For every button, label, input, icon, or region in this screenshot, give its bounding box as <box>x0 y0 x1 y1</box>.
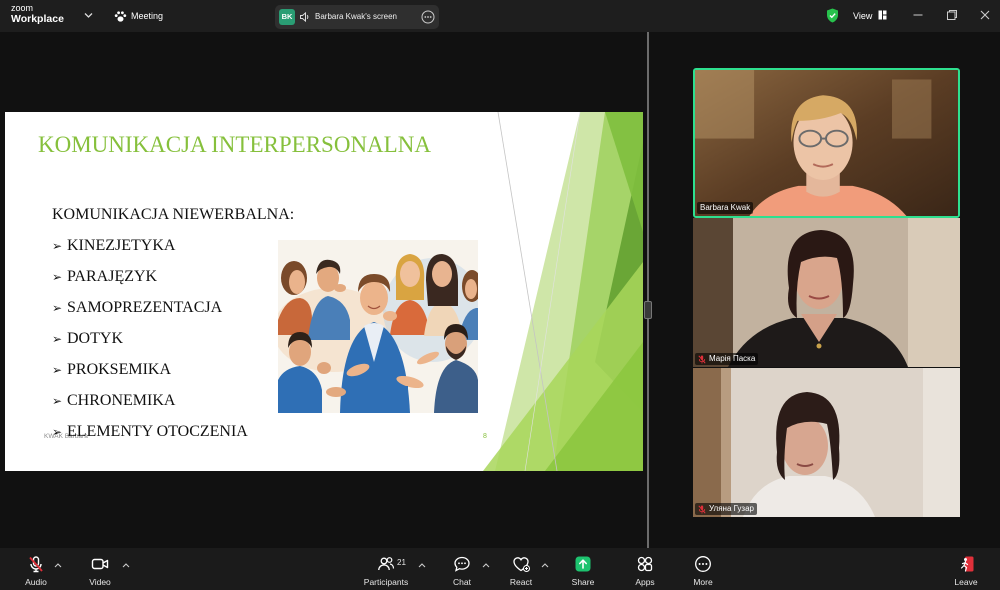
participant-video-feed <box>695 70 958 216</box>
leave-label: Leave <box>954 577 978 587</box>
participant-name-label: Марія Паска <box>695 353 759 365</box>
screen-share-label: Barbara Kwak's screen <box>315 12 398 21</box>
slide-bullet-text: KINEZJETYKA <box>67 237 176 254</box>
meeting-paw-icon[interactable] <box>114 10 127 23</box>
mic-muted-icon <box>698 504 706 514</box>
presenter-avatar: BK <box>279 9 295 25</box>
slide-bullet-text: DOTYK <box>67 330 123 347</box>
react-options-caret-icon[interactable] <box>541 562 549 568</box>
mic-muted-icon <box>29 556 43 573</box>
participant-name: Уляна Гузар <box>709 504 754 513</box>
apps-icon <box>637 556 653 572</box>
arrow-bullet-icon: ➢ <box>52 332 63 346</box>
slide-bullet-item: ➢ PROKSEMIKA <box>52 354 294 385</box>
participant-name: Barbara Kwak <box>700 203 751 212</box>
speaker-icon <box>300 11 309 23</box>
react-label: React <box>509 577 533 587</box>
slide-bullet-item: ➢ CHRONEMIKA <box>52 385 294 416</box>
chat-bubble-icon <box>454 556 470 572</box>
mic-muted-icon <box>698 354 706 364</box>
arrow-bullet-icon: ➢ <box>52 301 63 315</box>
heart-icon <box>513 557 530 572</box>
logo-top-text: zoom <box>11 3 34 13</box>
title-bar: zoom Workplace Meeting BK Barbara Kwak's… <box>0 0 1000 32</box>
slide-title: KOMUNIKACJA INTERPERSONALNA <box>38 132 431 157</box>
apps-button[interactable]: Apps <box>615 548 675 590</box>
slide-illustration <box>278 240 478 413</box>
video-camera-icon <box>91 558 109 570</box>
meeting-toolbar: Audio Video Participants 21 Chat React S… <box>0 548 1000 590</box>
video-tile-active-speaker[interactable]: Barbara Kwak <box>693 68 960 218</box>
participants-options-caret-icon[interactable] <box>418 562 426 568</box>
slide-bullet-text: SAMOPREZENTACJA <box>67 299 223 316</box>
participant-name-label: Уляна Гузар <box>695 503 757 515</box>
video-button[interactable]: Video <box>70 548 130 590</box>
video-label: Video <box>89 577 111 587</box>
more-button[interactable]: More <box>673 548 733 590</box>
slide-bullet-item: ➢ PARAJĘZYK <box>52 261 294 292</box>
view-button[interactable]: View <box>853 11 872 22</box>
chat-label: Chat <box>453 577 471 587</box>
arrow-bullet-icon: ➢ <box>52 239 63 253</box>
close-icon[interactable] <box>979 9 991 21</box>
share-label: Share <box>571 577 595 587</box>
panel-divider[interactable] <box>647 32 649 548</box>
slide-bullet-text: CHRONEMIKA <box>67 392 176 409</box>
leave-button[interactable]: Leave <box>936 548 996 590</box>
participants-icon <box>378 557 395 571</box>
share-button[interactable]: Share <box>553 548 613 590</box>
slide-subtitle: KOMUNIKACJA NIEWERBALNA: <box>52 206 295 223</box>
panel-resize-handle[interactable] <box>644 301 652 319</box>
participants-button[interactable]: Participants <box>356 548 416 590</box>
participant-name: Марія Паска <box>709 354 756 363</box>
arrow-bullet-icon: ➢ <box>52 363 63 377</box>
video-tile[interactable]: Марія Паска <box>693 218 960 367</box>
slide-bullet-text: PARAJĘZYK <box>67 268 158 285</box>
slide-bullet-text: PROKSEMIKA <box>67 361 172 378</box>
audio-options-caret-icon[interactable] <box>54 562 62 568</box>
slide-bullet-item: ➢ DOTYK <box>52 323 294 354</box>
more-options-icon[interactable] <box>421 10 435 24</box>
participant-video-feed <box>693 218 960 367</box>
arrow-bullet-icon: ➢ <box>52 394 63 408</box>
slide-bullet-item: ➢ ELEMENTY OTOCZENIA <box>52 416 294 447</box>
minimize-icon[interactable] <box>912 9 924 21</box>
share-screen-icon <box>575 556 591 572</box>
slide-page-number: 8 <box>483 433 487 440</box>
screen-share-indicator[interactable]: BK Barbara Kwak's screen <box>275 5 439 29</box>
participants-count: 21 <box>397 558 406 567</box>
slide-bullet-text: ELEMENTY OTOCZENIA <box>67 423 248 440</box>
apps-label: Apps <box>635 577 655 587</box>
view-grid-icon[interactable] <box>878 10 887 20</box>
slide-bullet-item: ➢ SAMOPREZENTACJA <box>52 292 294 323</box>
zoom-workplace-logo: zoom Workplace <box>11 3 64 26</box>
chevron-down-icon[interactable] <box>84 12 93 19</box>
chat-button[interactable]: Chat <box>432 548 492 590</box>
video-options-caret-icon[interactable] <box>122 562 130 568</box>
participant-name-label: Barbara Kwak <box>697 202 754 214</box>
react-button[interactable]: React <box>491 548 551 590</box>
logo-bottom-text: Workplace <box>11 13 64 25</box>
participants-label: Participants <box>363 577 409 587</box>
meeting-menu-label[interactable]: Meeting <box>131 11 163 22</box>
audio-button[interactable]: Audio <box>6 548 66 590</box>
chat-options-caret-icon[interactable] <box>482 562 490 568</box>
participant-video-feed <box>693 368 960 517</box>
leave-door-icon <box>960 556 974 572</box>
slide-body: KOMUNIKACJA NIEWERBALNA: ➢ KINEZJETYKA ➢ P… <box>52 199 294 447</box>
more-label: More <box>693 577 713 587</box>
restore-icon[interactable] <box>946 9 958 21</box>
shield-check-icon[interactable] <box>826 8 839 23</box>
shared-slide: KOMUNIKACJA INTERPERSONALNA KWAK Barbara… <box>5 112 643 471</box>
arrow-bullet-icon: ➢ <box>52 425 63 439</box>
audio-label: Audio <box>25 577 47 587</box>
arrow-bullet-icon: ➢ <box>52 270 63 284</box>
more-icon <box>695 556 711 572</box>
slide-bullet-item: ➢ KINEZJETYKA <box>52 230 294 261</box>
video-tile[interactable]: Уляна Гузар <box>693 368 960 517</box>
